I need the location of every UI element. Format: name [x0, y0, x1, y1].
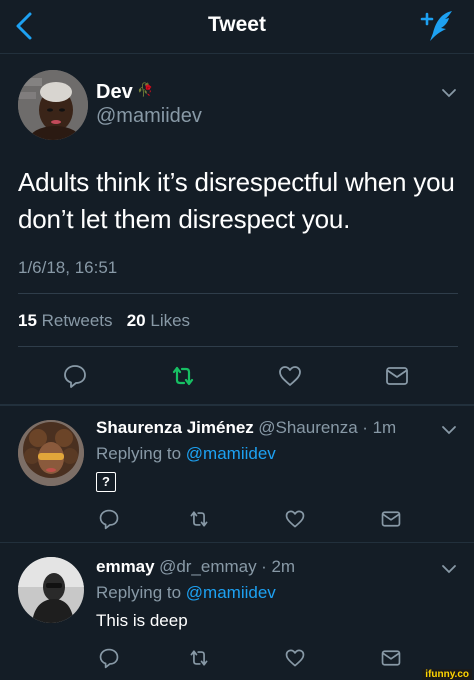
replying-prefix: Replying to: [96, 583, 182, 602]
reply-author-handle[interactable]: @Shaurenza: [258, 418, 358, 437]
reply-author-handle[interactable]: @dr_emmay: [159, 557, 257, 576]
watermark: ifunny.co: [422, 669, 472, 680]
reply-time: · 2m: [261, 557, 296, 576]
reply-avatar[interactable]: [18, 420, 84, 486]
chevron-down-icon[interactable]: [440, 421, 458, 439]
tweet-text: Adults think it’s disrespectful when you…: [18, 167, 455, 234]
retweets-label[interactable]: Retweets: [42, 311, 113, 330]
likes-count[interactable]: 20: [127, 311, 146, 330]
likes-label[interactable]: Likes: [150, 311, 190, 330]
envelope-icon[interactable]: [380, 508, 402, 530]
envelope-icon[interactable]: [380, 647, 402, 669]
reply-icon[interactable]: [98, 647, 120, 669]
reply-header: Shaurenza Jiménez @Shaurenza · 1m: [96, 418, 396, 438]
author-handle[interactable]: @mamiidev: [96, 105, 202, 128]
tweet-timestamp: 1/6/18, 16:51: [18, 258, 118, 277]
replying-to-link[interactable]: @mamiidev: [186, 583, 276, 602]
divider: [0, 542, 474, 543]
compose-tweet-icon[interactable]: [416, 7, 458, 45]
divider: [18, 293, 458, 294]
reply-header: emmay @dr_emmay · 2m: [96, 557, 295, 577]
envelope-icon[interactable]: [384, 363, 410, 389]
page-title: Tweet: [208, 13, 266, 36]
reply-author-name[interactable]: Shaurenza Jiménez: [96, 418, 254, 437]
retweet-icon[interactable]: [188, 647, 210, 669]
reply-time: · 1m: [362, 418, 397, 437]
reply-avatar[interactable]: [18, 557, 84, 623]
author-avatar[interactable]: [18, 70, 88, 140]
heart-icon[interactable]: [284, 647, 306, 669]
heart-icon[interactable]: [277, 363, 303, 389]
replying-to: Replying to @mamiidev: [96, 583, 276, 603]
reply-author-name[interactable]: emmay: [96, 557, 155, 576]
reply-text: This is deep: [96, 611, 188, 630]
reply-icon[interactable]: [98, 508, 120, 530]
chevron-down-icon[interactable]: [440, 84, 458, 102]
heart-icon[interactable]: [284, 508, 306, 530]
author-name[interactable]: Dev: [96, 81, 133, 104]
replying-to-link[interactable]: @mamiidev: [186, 444, 276, 463]
author-emoji: 🥀: [137, 82, 154, 97]
tweet-stats: 15 Retweets 20 Likes: [18, 311, 190, 331]
reply-icon[interactable]: [62, 363, 88, 389]
replying-prefix: Replying to: [96, 444, 182, 463]
replying-to: Replying to @mamiidev: [96, 444, 276, 464]
retweet-icon[interactable]: [188, 508, 210, 530]
retweets-count[interactable]: 15: [18, 311, 37, 330]
section-divider: [0, 404, 474, 406]
retweet-icon[interactable]: [170, 363, 196, 389]
divider: [18, 346, 458, 347]
missing-emoji-glyph: ?: [96, 472, 116, 492]
chevron-down-icon[interactable]: [440, 560, 458, 578]
